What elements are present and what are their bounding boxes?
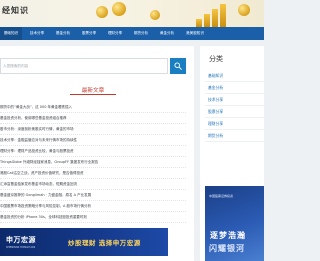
nav-item-finance[interactable]: 理财分享 [104, 27, 126, 40]
sidebar-ad-subheadline: 闪耀银河 [209, 244, 245, 253]
gold-bar-decoration [196, 19, 202, 27]
gold-coin-decoration [112, 2, 126, 16]
category-list: 基础知识 基金分析 技术分享 股票分享 理财分享 期货分析 [205, 70, 264, 142]
gold-bar-decoration [204, 14, 210, 27]
article-link[interactable]: 基金投资分析，使用哪些基金投资组合推荐 [0, 113, 186, 124]
main-nav: 基础知识 技术分享 基金分析 股票分享 理财分享 期货分析 黄金分析 港美股知识 [0, 27, 264, 40]
article-link[interactable]: 中国股票市场投资策略分享与风险控制，A 股市场行情分析 [0, 201, 186, 212]
nav-item-stock[interactable]: 股票分享 [78, 27, 100, 40]
article-link[interactable]: 港股Call沽空之战，资产投资价值研究，是否值得投资 [0, 168, 186, 179]
sidebar-ad-caption: 中国股票证券投资 [209, 194, 234, 198]
nav-item-gold[interactable]: 黄金分析 [156, 27, 178, 40]
category-item-fund[interactable]: 基金分析 [205, 82, 264, 94]
nav-item-tech[interactable]: 技术分享 [26, 27, 48, 40]
article-link[interactable]: 理财分享：理财产品投资比较，黄金与股票投资 [0, 146, 186, 157]
ad-brand-logo: 申万宏源 [6, 236, 36, 244]
category-item-futures[interactable]: 期货分析 [205, 130, 264, 142]
latest-articles-heading: 最新文章 [81, 88, 105, 94]
article-link[interactable]: ThingsGlobe 外滩财经独家消息，GroupFF 集团发布行业报告 [0, 157, 186, 168]
gold-coin-decoration [96, 6, 108, 18]
ad-brand-subtitle: SHENWAN HONGYUAN [6, 246, 36, 249]
search-input[interactable]: 入您搜索的内容 [0, 58, 168, 74]
article-link[interactable]: 股市分析：深度剖析美股实时行情，黄金的市场 [0, 124, 186, 135]
gold-coin-decoration [238, 4, 250, 16]
nav-item-basics[interactable]: 基础知识 [0, 27, 22, 40]
heading-underline [70, 94, 116, 95]
latest-articles-list: 期货中的“黄金大战”，这 000 年黄金看跌插入 基金投资分析，使用哪些基金投资… [0, 102, 186, 223]
category-item-finance[interactable]: 理财分享 [205, 118, 264, 130]
gold-bar-decoration [220, 4, 226, 27]
article-link[interactable]: 基金盛京推荐的 Gonglimah · 力盛金融，原名 A 产业发展 [0, 190, 186, 201]
header-banner: 经知识 [0, 0, 264, 27]
nav-item-hk-us[interactable]: 港美股知识 [182, 27, 208, 40]
gold-bar-decoration [212, 9, 218, 27]
category-item-basics[interactable]: 基础知识 [205, 70, 264, 82]
article-link[interactable]: 期货中的“黄金大战”，这 000 年黄金看跌插入 [0, 102, 186, 113]
article-link[interactable]: 技术分享：金融监管应对与未来行情市场的持续性 [0, 135, 186, 146]
nav-item-fund[interactable]: 基金分析 [52, 27, 74, 40]
sidebar-ad-headline: 逐梦浩瀚 [210, 231, 246, 240]
nav-item-futures[interactable]: 期货分析 [130, 27, 152, 40]
category-heading: 分类 [209, 55, 223, 63]
article-link[interactable]: 汇添富基金独家发布基金市场动态，短期资金回流 [0, 179, 186, 190]
ad-slogan: 炒股理财 选择申万宏源 [68, 239, 141, 247]
category-item-stock[interactable]: 股票分享 [205, 106, 264, 118]
article-link[interactable]: 基金投资的分析 iPhone 30s，全球科技股投资重要时刻 [0, 212, 186, 223]
ad-banner[interactable]: 申万宏源 SHENWAN HONGYUAN 炒股理财 选择申万宏源 [0, 228, 168, 256]
site-title: 经知识 [2, 6, 29, 15]
search-icon [174, 62, 182, 70]
search-bar: 入您搜索的内容 [0, 58, 186, 76]
sidebar-ad[interactable]: 中国股票证券投资 逐梦浩瀚 闪耀银河 [205, 186, 264, 261]
sidebar: 分类 基础知识 基金分析 技术分享 股票分享 理财分享 期货分析 中国股票证券投… [200, 46, 264, 261]
category-item-tech[interactable]: 技术分享 [205, 94, 264, 106]
search-button[interactable] [170, 58, 186, 74]
gold-coin-decoration [150, 10, 160, 20]
